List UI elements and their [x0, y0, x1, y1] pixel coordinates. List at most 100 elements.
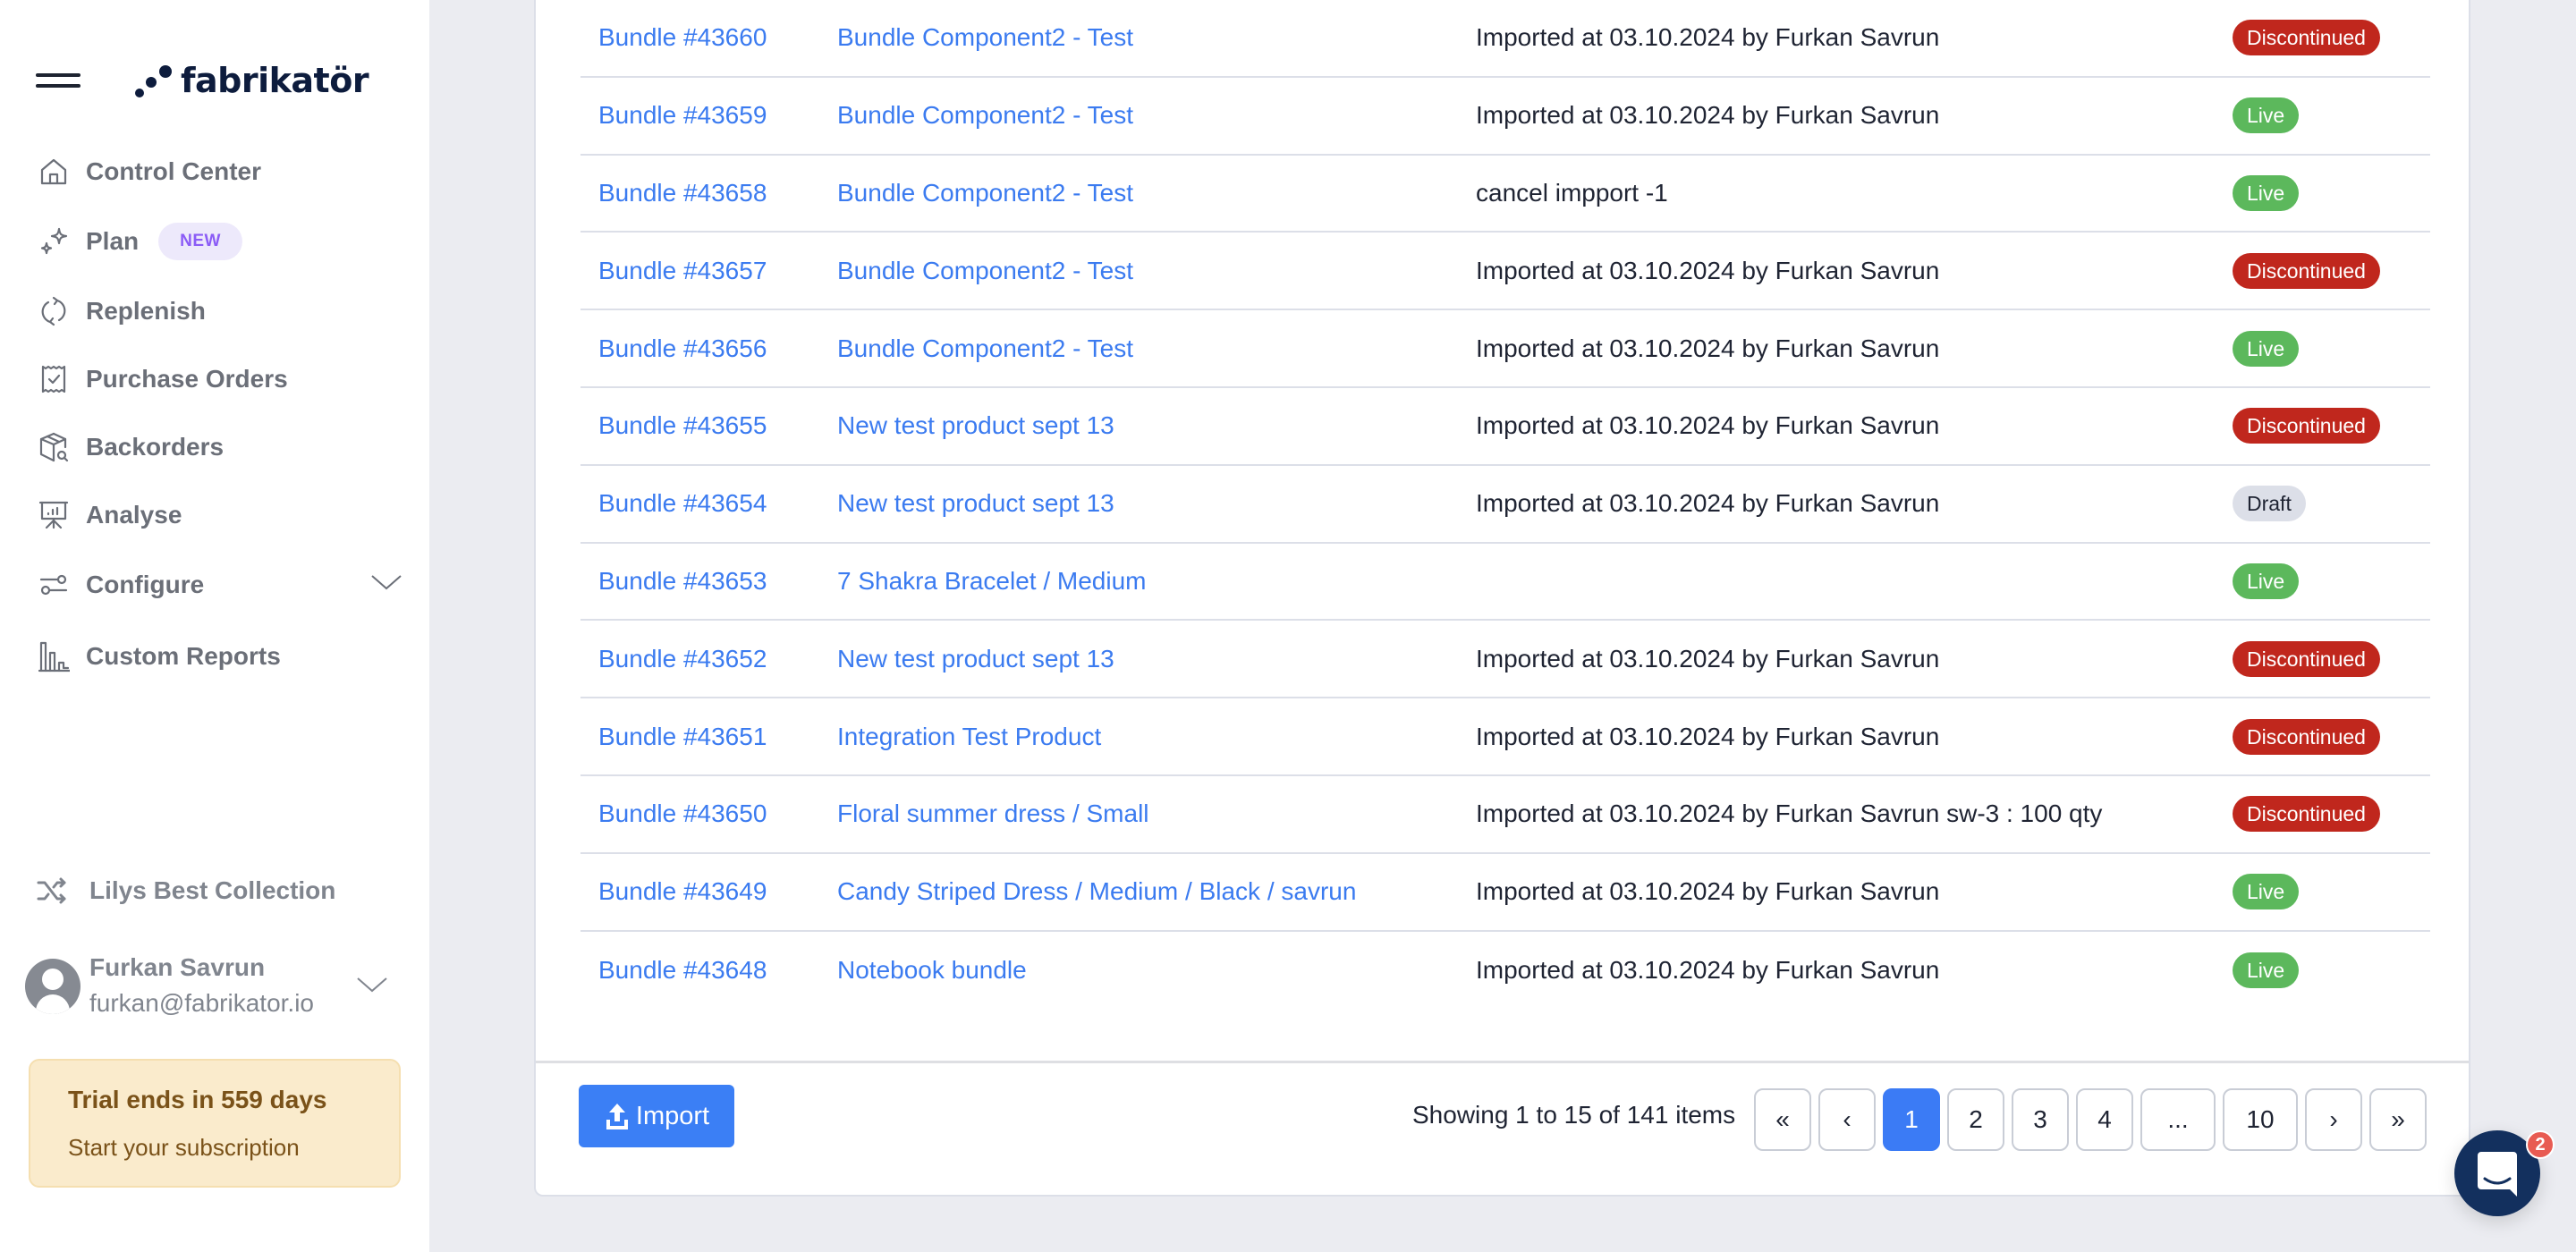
- bundle-id-link[interactable]: Bundle #43651: [598, 723, 767, 751]
- product-name-link[interactable]: Floral summer dress / Small: [837, 799, 1149, 828]
- trial-title: Trial ends in 559 days: [68, 1086, 327, 1113]
- sidebar-item-backorders[interactable]: Backorders: [36, 422, 402, 472]
- product-name-link[interactable]: Candy Striped Dress / Medium / Black / s…: [837, 877, 1356, 906]
- table-row: Bundle #43650 Floral summer dress / Small…: [580, 776, 2430, 854]
- product-name-link[interactable]: New test product sept 13: [837, 489, 1114, 518]
- user-email: furkan@fabrikator.io: [89, 989, 314, 1017]
- bundle-description: Imported at 03.10.2024 by Furkan Savrun: [1476, 877, 1940, 906]
- table-row: Bundle #43652 New test product sept 13 Imp…: [580, 621, 2430, 699]
- page-1-button[interactable]: 1: [1883, 1088, 1940, 1151]
- table-row: Bundle #43658 Bundle Component2 - Test can…: [580, 156, 2430, 233]
- avatar: [25, 959, 80, 1014]
- prev-page-button[interactable]: ‹: [1818, 1088, 1876, 1151]
- sidebar-item-label: Control Center: [86, 157, 261, 185]
- bundle-id-link[interactable]: Bundle #43652: [598, 645, 767, 673]
- shuffle-icon: [37, 877, 66, 904]
- sidebar-item-label: Replenish: [86, 297, 206, 325]
- menu-toggle-icon[interactable]: [36, 72, 80, 89]
- logo[interactable]: fabrikatör: [134, 61, 369, 100]
- product-name-link[interactable]: Notebook bundle: [837, 956, 1027, 985]
- sidebar-item-configure[interactable]: Configure: [36, 560, 402, 610]
- bundle-description: Imported at 03.10.2024 by Furkan Savrun: [1476, 722, 1940, 750]
- page-3-button[interactable]: 3: [2012, 1088, 2069, 1151]
- start-subscription-link[interactable]: Start your subscription: [68, 1134, 361, 1162]
- product-name-link[interactable]: 7 Shakra Bracelet / Medium: [837, 567, 1147, 596]
- bundle-id-link[interactable]: Bundle #43654: [598, 489, 767, 518]
- receipt-check-icon: [36, 361, 72, 397]
- bundle-id-link[interactable]: Bundle #43657: [598, 257, 767, 285]
- logo-text: fabrikatör: [181, 61, 369, 100]
- sidebar-item-custom-reports[interactable]: Custom Reports: [36, 631, 402, 681]
- bar-chart-icon: [36, 639, 72, 674]
- import-button[interactable]: Import: [579, 1085, 734, 1147]
- bundle-description: Imported at 03.10.2024 by Furkan Savrun: [1476, 23, 1940, 52]
- product-name-link[interactable]: Bundle Component2 - Test: [837, 101, 1133, 130]
- bundle-description: Imported at 03.10.2024 by Furkan Savrun: [1476, 489, 1940, 518]
- sidebar-item-replenish[interactable]: Replenish: [36, 286, 402, 336]
- table-row: Bundle #43648 Notebook bundle Imported at …: [580, 932, 2430, 1010]
- sidebar-item-control-center[interactable]: Control Center: [36, 147, 402, 197]
- first-page-button[interactable]: «: [1754, 1088, 1811, 1151]
- sidebar-item-plan[interactable]: Plan NEW: [36, 216, 402, 266]
- bundle-id-link[interactable]: Bundle #43658: [598, 179, 767, 207]
- pagination: «‹ 1 2 3 4... 10 ›»: [1754, 1088, 2427, 1151]
- bundle-id-link[interactable]: Bundle #43649: [598, 877, 767, 906]
- refresh-icon: [36, 293, 72, 329]
- status-badge: Live: [2233, 874, 2300, 910]
- page-2-button[interactable]: 2: [1947, 1088, 2004, 1151]
- sidebar-item-label: Custom Reports: [86, 642, 281, 670]
- sidebar: fabrikatör Control Center Plan NEW Reple…: [0, 0, 429, 1252]
- product-name-link[interactable]: Bundle Component2 - Test: [837, 179, 1133, 207]
- sidebar-item-label: Backorders: [86, 433, 225, 461]
- sidebar-item-analyse[interactable]: Analyse: [36, 490, 402, 540]
- bundle-description: Imported at 03.10.2024 by Furkan Savrun: [1476, 955, 1940, 984]
- user-menu[interactable]: Furkan Savrun furkan@fabrikator.io: [25, 950, 401, 1021]
- bundle-id-link[interactable]: Bundle #43659: [598, 101, 767, 130]
- product-name-link[interactable]: New test product sept 13: [837, 645, 1114, 673]
- table-footer: Import Showing 1 to 15 of 141 items «‹ 1 2…: [536, 1061, 2469, 1195]
- store-name: Lilys Best Collection: [89, 876, 336, 904]
- page-ellipsis-button[interactable]: ...: [2140, 1088, 2216, 1151]
- sidebar-item-purchase-orders[interactable]: Purchase Orders: [36, 354, 402, 404]
- bundle-description: cancel impport -1: [1476, 178, 1668, 207]
- product-name-link[interactable]: Bundle Component2 - Test: [837, 257, 1133, 285]
- status-badge: Live: [2233, 952, 2300, 988]
- bundle-description: Imported at 03.10.2024 by Furkan Savrun: [1476, 411, 1940, 440]
- bundle-id-link[interactable]: Bundle #43648: [598, 956, 767, 985]
- table-row: Bundle #43649 Candy Striped Dress / Mediu…: [580, 854, 2430, 932]
- logo-dots-icon: [135, 65, 172, 97]
- product-name-link[interactable]: Bundle Component2 - Test: [837, 23, 1133, 52]
- status-badge: Discontinued: [2233, 718, 2380, 755]
- presentation-chart-icon: [36, 497, 72, 533]
- unread-count-badge: 2: [2526, 1130, 2555, 1159]
- bundle-id-link[interactable]: Bundle #43653: [598, 567, 767, 596]
- table-row: Bundle #43655 New test product sept 13 Imp…: [580, 388, 2430, 466]
- trial-banner[interactable]: Trial ends in 559 days Start your subscr…: [29, 1059, 401, 1188]
- chevron-down-icon[interactable]: [356, 975, 388, 996]
- product-name-link[interactable]: Integration Test Product: [837, 723, 1101, 751]
- page-4-button[interactable]: 4: [2076, 1088, 2133, 1151]
- chevron-down-icon[interactable]: [370, 572, 402, 594]
- table-row: Bundle #43659 Bundle Component2 - Test Imp…: [580, 78, 2430, 156]
- bundle-description: Imported at 03.10.2024 by Furkan Savrun: [1476, 256, 1940, 284]
- bundle-id-link[interactable]: Bundle #43656: [598, 334, 767, 363]
- next-page-button[interactable]: ›: [2305, 1088, 2362, 1151]
- sidebar-item-label: Purchase Orders: [86, 365, 288, 393]
- last-page-button[interactable]: »: [2369, 1088, 2427, 1151]
- store-switcher[interactable]: Lilys Best Collection: [36, 876, 335, 905]
- sliders-icon: [36, 567, 72, 603]
- product-name-link[interactable]: New test product sept 13: [837, 411, 1114, 440]
- bundle-id-link[interactable]: Bundle #43660: [598, 23, 767, 52]
- bundle-id-link[interactable]: Bundle #43650: [598, 799, 767, 828]
- page-10-button[interactable]: 10: [2223, 1088, 2298, 1151]
- status-badge: Live: [2233, 97, 2300, 134]
- sidebar-item-label: Plan: [86, 227, 140, 255]
- status-badge: Live: [2233, 330, 2300, 367]
- bundle-description: Imported at 03.10.2024 by Furkan Savrun: [1476, 101, 1940, 130]
- status-badge: Discontinued: [2233, 796, 2380, 833]
- bundle-description: Imported at 03.10.2024 by Furkan Savrun …: [1476, 799, 2103, 828]
- bundles-table: Bundle #43660 Bundle Component2 - Test Imp…: [580, 0, 2430, 1009]
- bundle-id-link[interactable]: Bundle #43655: [598, 411, 767, 440]
- sparkles-icon: [36, 224, 72, 259]
- product-name-link[interactable]: Bundle Component2 - Test: [837, 334, 1133, 363]
